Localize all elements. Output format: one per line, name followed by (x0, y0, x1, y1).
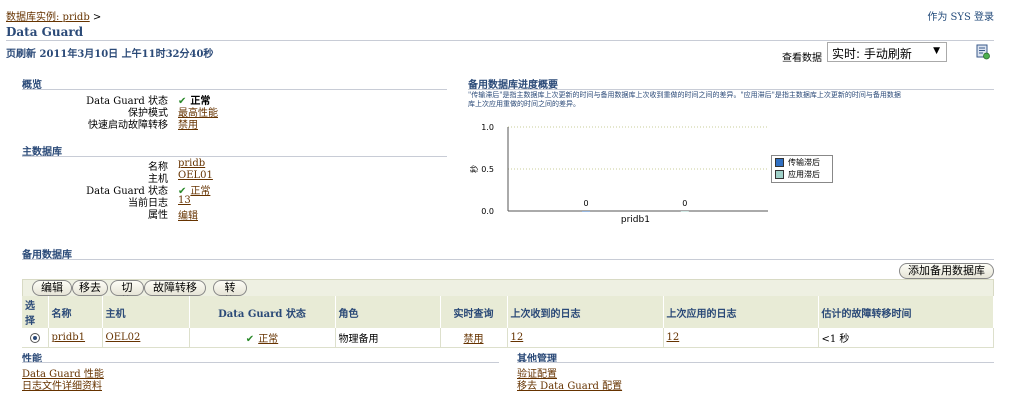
overview-divider (22, 89, 447, 90)
x-tick-label: pridb1 (621, 215, 650, 225)
host-cell: OEL02 (102, 328, 190, 348)
legend-label-transport: 传输滞后 (788, 157, 820, 167)
chevron-down-icon: ▼ (933, 46, 940, 56)
col-last-received: 上次收到的日志 (507, 296, 664, 328)
check-icon: ✔ (245, 334, 255, 345)
status-cell: ✔ 正常 (189, 328, 336, 348)
standby-table: 选择 名称 主机 Data Guard 状态 角色 实时查询 上次收到的日志 上… (22, 296, 994, 348)
refresh-icon[interactable] (976, 44, 990, 60)
view-data-label: 查看数据 (782, 53, 822, 64)
data-label: 0 (682, 199, 687, 208)
other-admin-divider (517, 362, 994, 363)
standby-name-link[interactable]: pridb1 (52, 332, 86, 343)
fsfo-label: 快速启动故障转移 (88, 120, 168, 131)
select-cell (22, 328, 49, 348)
legend-item-transport: 传输滞后 (772, 156, 832, 168)
standby-status-link[interactable]: 正常 (258, 334, 278, 345)
y-tick-label: 1.0 (481, 123, 494, 132)
edit-button[interactable]: 编辑 (32, 280, 72, 296)
table-header-row: 选择 名称 主机 Data Guard 状态 角色 实时查询 上次收到的日志 上… (22, 296, 994, 328)
role-cell: 物理备用 (335, 328, 441, 348)
col-host: 主机 (102, 296, 190, 328)
progress-desc-line1: "传输滞后"是指主数据库上次更新的时间与备用数据库上次收到重做的时间之间的差异。… (468, 91, 901, 99)
progress-description: "传输滞后"是指主数据库上次更新的时间与备用数据库上次收到重做的时间之间的差异。… (468, 91, 994, 109)
primary-host-link[interactable]: OEL01 (178, 170, 213, 181)
col-select: 选择 (22, 296, 49, 328)
view-data-value: 实时: 手动刷新 (832, 47, 912, 61)
switchover-button[interactable]: 切换 (110, 280, 144, 308)
y-tick-label: 0.0 (481, 207, 494, 216)
breadcrumb-separator: > (92, 12, 102, 23)
remove-button[interactable]: 移去 (72, 280, 108, 296)
col-name: 名称 (48, 296, 103, 328)
legend-item-apply: 应用滞后 (772, 168, 832, 180)
page-title: Data Guard (6, 25, 84, 39)
col-failover-time: 估计的故障转移时间 (818, 296, 994, 328)
y-axis-label: 秒 (469, 165, 479, 173)
y-tick-label: 0.5 (481, 165, 494, 174)
breadcrumb: 数据库实例: pridb > (6, 8, 101, 23)
primary-divider (22, 156, 447, 157)
title-divider (6, 40, 994, 41)
legend-swatch-transport (775, 157, 784, 167)
view-data-select[interactable]: 实时: 手动刷新 ▼ (827, 42, 947, 62)
standby-host-link[interactable]: OEL02 (106, 332, 141, 343)
bar-0 (582, 211, 590, 212)
name-cell: pridb1 (48, 328, 103, 348)
primary-status-link[interactable]: 正常 (190, 186, 210, 197)
rtq-cell: 禁用 (440, 328, 508, 348)
progress-desc-line2: 库上次应用重做的时间之间的差异。 (468, 100, 580, 108)
chart-legend: 传输滞后 应用滞后 (771, 155, 833, 183)
failover-button[interactable]: 故障转移 (144, 280, 206, 296)
performance-divider (22, 362, 499, 363)
standby-divider (22, 259, 994, 260)
bar-1 (680, 211, 689, 212)
progress-divider (468, 89, 994, 90)
properties-edit-link[interactable]: 编辑 (178, 207, 198, 222)
col-role: 角色 (335, 296, 441, 328)
properties-label: 属性 (148, 210, 168, 221)
primary-name-link[interactable]: pridb (178, 158, 205, 169)
login-info: 作为 SYS 登录 (927, 12, 994, 23)
remove-dg-config-link[interactable]: 移去 Data Guard 配置 (517, 377, 622, 392)
data-label: 0 (583, 199, 588, 208)
failover-time-cell: <1 秒 (818, 328, 994, 348)
col-dg-status: Data Guard 状态 (189, 296, 336, 328)
table-row: pridb1 OEL02 ✔ 正常 物理备用 禁用 12 12 <1 秒 (22, 328, 994, 348)
legend-swatch-apply (775, 169, 784, 179)
legend-label-apply: 应用滞后 (788, 169, 820, 179)
applied-cell: 12 (663, 328, 819, 348)
col-last-applied: 上次应用的日志 (663, 296, 819, 328)
log-file-details-link[interactable]: 日志文件详细资料 (22, 377, 102, 392)
breadcrumb-link[interactable]: 数据库实例: pridb (6, 12, 90, 23)
last-received-link[interactable]: 12 (511, 332, 524, 343)
col-realtime-query: 实时查询 (440, 296, 508, 328)
select-radio[interactable] (29, 332, 40, 343)
last-applied-link[interactable]: 12 (667, 332, 680, 343)
add-standby-button[interactable]: 添加备用数据库 (899, 263, 994, 279)
convert-button[interactable]: 转换 (213, 280, 247, 308)
refresh-timestamp: 页刷新 2011年3月10日 上午11时32分40秒 (6, 49, 214, 60)
received-cell: 12 (507, 328, 664, 348)
current-log-link[interactable]: 13 (178, 195, 191, 206)
fsfo-link[interactable]: 禁用 (178, 116, 198, 131)
realtime-query-link[interactable]: 禁用 (464, 334, 484, 345)
